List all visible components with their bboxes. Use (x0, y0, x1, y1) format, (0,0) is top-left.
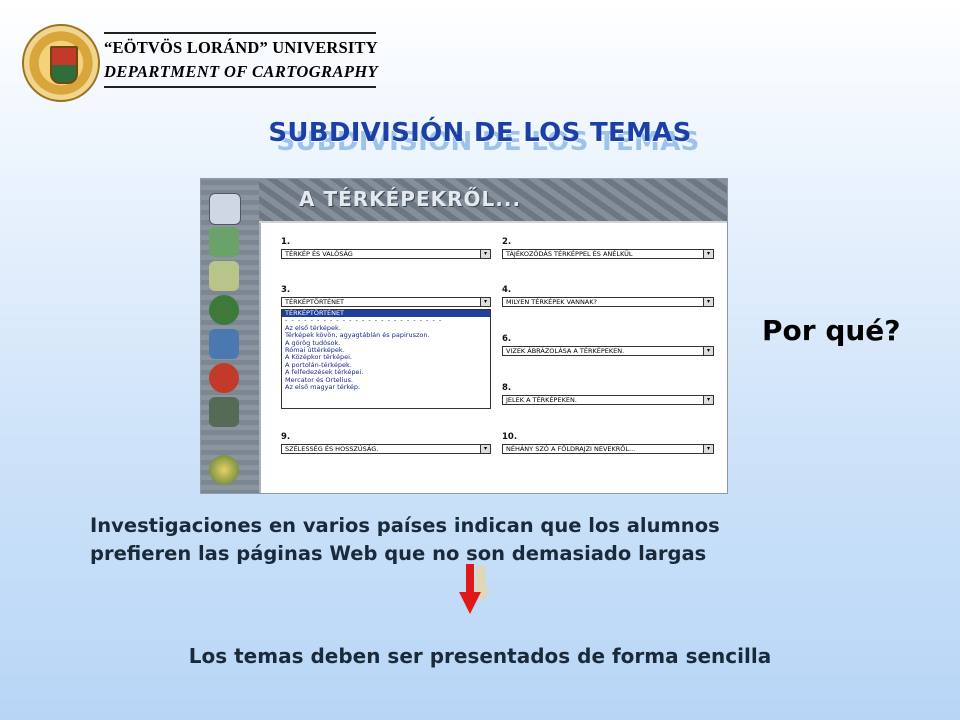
chevron-down-icon: ▾ (703, 445, 713, 453)
field-number: 8. (502, 383, 512, 393)
world-map-icon (209, 329, 239, 359)
side-question: Por qué? (762, 314, 901, 347)
university-seal-logo (22, 24, 100, 102)
chevron-down-icon: ▾ (480, 250, 490, 258)
chevron-down-icon: ▾ (480, 298, 490, 306)
dropdown-option: Az első magyar térkép. (285, 383, 361, 392)
website-screenshot: A TÉRKÉPEKRŐL... 1. TÉRKÉP ÉS VALÓSÁG ▾ 2… (200, 178, 728, 494)
screenshot-banner: A TÉRKÉPEKRŐL... (201, 179, 727, 221)
book-icon (209, 397, 239, 427)
topic-dropdown: SZÉLESSÉG ÉS HOSSZÚSÁG. ▾ (281, 444, 491, 454)
screenshot-banner-title: A TÉRKÉPEKRŐL... (299, 187, 522, 211)
chevron-down-icon: ▾ (480, 445, 490, 453)
slide-title: SUBDIVISIÓN DE LOS TEMAS (268, 118, 692, 148)
body-paragraph-line: Investigaciones en varios países indican… (90, 514, 720, 537)
topic-dropdown-value: NÉHÁNY SZÓ A FÖLDRAJZI NEVEKRŐL... (506, 445, 636, 453)
down-arrow-icon (459, 564, 490, 614)
university-name: “EÖTVÖS LORÁND” UNIVERSITY (104, 38, 378, 57)
topic-dropdown: JELEK A TÉRKÉPEKEN. ▾ (502, 395, 714, 405)
topic-dropdown: MILYEN TÉRKÉPEK VANNAK? ▾ (502, 297, 714, 307)
ball-globe-icon (209, 455, 239, 485)
topic-dropdown: NÉHÁNY SZÓ A FÖLDRAJZI NEVEKRŐL... ▾ (502, 444, 714, 454)
topic-dropdown: VIZEK ÁBRÁZOLÁSA A TÉRKÉPEKEN. ▾ (502, 346, 714, 356)
chevron-down-icon: ▾ (703, 396, 713, 404)
field-number: 6. (502, 334, 512, 344)
map-icon (209, 227, 239, 257)
coat-of-arms-icon (50, 46, 78, 84)
field-number: 2. (502, 237, 512, 247)
topic-dropdown-value: SZÉLESSÉG ÉS HOSSZÚSÁG. (285, 445, 379, 453)
cnn-icon (209, 363, 239, 393)
dropdown-option-list: TÉRKÉPTÖRTÉNET - - - - - - - - - - - - -… (281, 309, 491, 409)
topic-dropdown-value: TÁJÉKOZÓDÁS TÉRKÉPPEL ÉS ANÉLKÜL (506, 250, 633, 258)
chevron-down-icon: ▾ (703, 347, 713, 355)
topic-dropdown-value: VIZEK ÁBRÁZOLÁSA A TÉRKÉPEKEN. (506, 347, 625, 355)
field-number: 9. (281, 432, 291, 442)
body-paragraph: Investigaciones en varios países indican… (90, 512, 890, 568)
hungary-map-icon (209, 261, 239, 291)
field-number: 1. (281, 237, 291, 247)
topic-dropdown-open: TÉRKÉPTÖRTÉNET ▾ (281, 297, 491, 307)
topic-dropdown-value: MILYEN TÉRKÉPEK VANNAK? (506, 298, 597, 306)
field-number: 4. (502, 285, 512, 295)
globe-icon (209, 295, 239, 325)
field-number: 10. (502, 432, 518, 442)
chevron-down-icon: ▾ (703, 298, 713, 306)
conclusion-text: Los temas deben ser presentados de forma… (188, 644, 772, 668)
page-icon (209, 193, 241, 225)
topic-dropdown: TÉRKÉP ÉS VALÓSÁG ▾ (281, 249, 491, 259)
header-rule-top (104, 32, 376, 34)
topic-dropdown-value: TÉRKÉPTÖRTÉNET (285, 298, 345, 306)
screenshot-sidebar (201, 179, 259, 493)
topic-dropdown-value: JELEK A TÉRKÉPEKEN. (506, 396, 577, 404)
chevron-down-icon: ▾ (703, 250, 713, 258)
header-rule-bottom (104, 86, 376, 88)
department-name: DEPARTMENT OF CARTOGRAPHY (104, 62, 379, 81)
topic-dropdown: TÁJÉKOZÓDÁS TÉRKÉPPEL ÉS ANÉLKÜL ▾ (502, 249, 714, 259)
topic-dropdown-value: TÉRKÉP ÉS VALÓSÁG (285, 250, 353, 258)
field-number: 3. (281, 285, 291, 295)
